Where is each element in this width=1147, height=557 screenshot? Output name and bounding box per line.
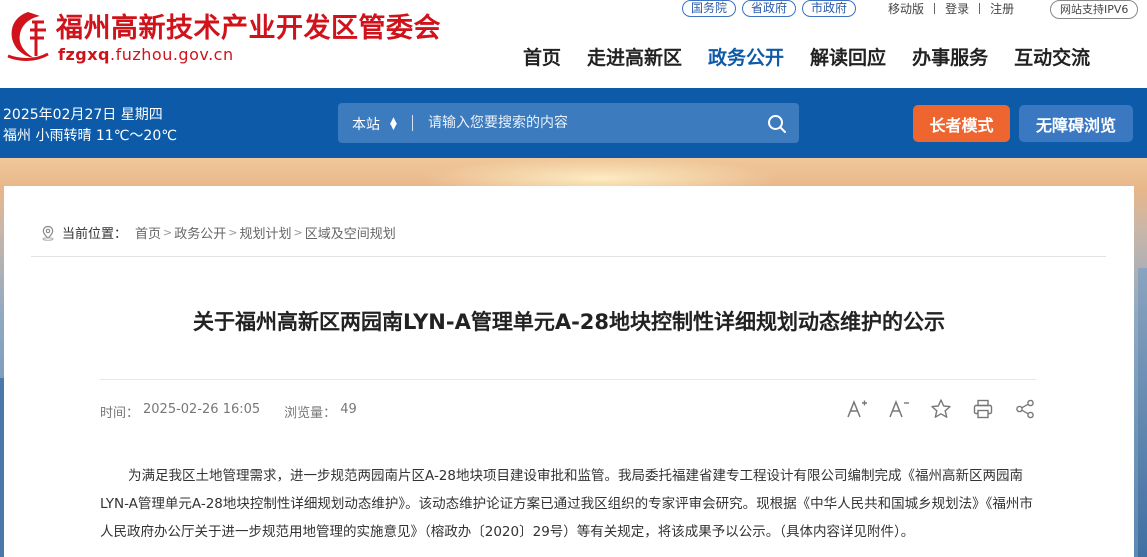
share-icon xyxy=(1016,399,1034,419)
article-body: 为满足我区土地管理需求，进一步规范两园南片区A-28地块项目建设审批和监管。我局… xyxy=(100,462,1036,546)
link-mobile[interactable]: 移动版 xyxy=(878,0,934,17)
site-domain-rest: .fuzhou.gov.cn xyxy=(110,45,234,64)
star-icon xyxy=(931,399,951,418)
breadcrumb: 当前位置： 首页 > 政务公开 > 规划计划 > 区域及空间规划 xyxy=(40,223,396,242)
weather-info: 福州 小雨转晴 11℃～20℃ xyxy=(3,128,177,144)
nav-about[interactable]: 走进高新区 xyxy=(587,43,682,70)
print-icon xyxy=(973,399,993,419)
publish-time: 2025-02-26 16:05 xyxy=(143,402,261,417)
location-icon xyxy=(42,225,54,241)
site-logo-icon[interactable] xyxy=(4,8,50,62)
site-title[interactable]: 福州高新技术产业开发区管委会 xyxy=(56,6,441,45)
article-title: 关于福州高新区两园南LYN-A管理单元A-28地块控制性详细规划动态维护的公示 xyxy=(192,310,946,334)
print-button[interactable] xyxy=(972,398,994,420)
main-nav: 首页 走进高新区 政务公开 解读回应 办事服务 互动交流 xyxy=(510,43,1103,70)
search-input[interactable] xyxy=(428,111,748,135)
site-domain-bold: fzgxq xyxy=(58,45,110,64)
breadcrumb-label: 当前位置： xyxy=(62,227,128,242)
nav-interpretation[interactable]: 解读回应 xyxy=(810,43,886,70)
top-links: 国务院 省政府 市政府 移动版 登录 注册 xyxy=(682,0,1024,17)
breadcrumb-separator: > xyxy=(163,226,173,239)
site-domain: fzgxq.fuzhou.gov.cn xyxy=(58,45,234,64)
link-shengzhengfu[interactable]: 省政府 xyxy=(742,0,797,17)
font-increase-button[interactable] xyxy=(846,398,868,420)
breadcrumb-separator: > xyxy=(228,226,238,239)
search-icon[interactable] xyxy=(767,114,787,134)
nav-services[interactable]: 办事服务 xyxy=(912,43,988,70)
link-guowuyuan[interactable]: 国务院 xyxy=(682,0,737,17)
views-label: 浏览量： xyxy=(284,406,337,421)
site-header: 福州高新技术产业开发区管委会 fzgxq.fuzhou.gov.cn 国务院 省… xyxy=(0,0,1147,88)
content-card: 当前位置： 首页 > 政务公开 > 规划计划 > 区域及空间规划 关于福州高新区… xyxy=(4,186,1134,557)
nav-home[interactable]: 首页 xyxy=(523,43,561,70)
link-register[interactable]: 注册 xyxy=(980,0,1024,17)
time-label: 时间： xyxy=(100,406,140,421)
link-login[interactable]: 登录 xyxy=(935,0,979,17)
search-scope-select[interactable]: 本站 ▲ ▼ xyxy=(352,114,397,134)
link-shizhengfu[interactable]: 市政府 xyxy=(802,0,857,17)
article-meta: 时间： 2025-02-26 16:05 浏览量： 49 xyxy=(100,402,361,421)
current-date: 2025年02月27日 星期四 xyxy=(3,107,163,123)
divider xyxy=(100,379,1036,380)
elder-mode-button[interactable]: 长者模式 xyxy=(913,105,1010,142)
breadcrumb-gov-affairs[interactable]: 政务公开 xyxy=(174,223,226,242)
accessibility-button[interactable]: 无障碍浏览 xyxy=(1019,105,1133,142)
nav-gov-affairs[interactable]: 政务公开 xyxy=(708,43,784,70)
article-tools xyxy=(846,398,1036,420)
updown-arrow-icon: ▲ ▼ xyxy=(390,116,397,132)
divider xyxy=(412,115,413,131)
breadcrumb-home[interactable]: 首页 xyxy=(135,223,161,242)
favorite-button[interactable] xyxy=(930,398,952,420)
font-increase-icon xyxy=(847,399,867,418)
font-decrease-icon xyxy=(889,399,909,418)
nav-interaction[interactable]: 互动交流 xyxy=(1014,43,1090,70)
breadcrumb-separator: > xyxy=(293,226,303,239)
breadcrumb-planning[interactable]: 规划计划 xyxy=(239,223,291,242)
search-box: 本站 ▲ ▼ xyxy=(338,103,799,143)
banner-building xyxy=(1138,268,1147,557)
divider xyxy=(31,256,1106,257)
search-scope-label: 本站 xyxy=(352,117,380,133)
views-count: 49 xyxy=(340,402,357,417)
ipv6-badge: 网站支持IPV6 xyxy=(1050,0,1139,19)
font-decrease-button[interactable] xyxy=(888,398,910,420)
breadcrumb-spatial-planning[interactable]: 区域及空间规划 xyxy=(305,223,396,242)
article-paragraph: 为满足我区土地管理需求，进一步规范两园南片区A-28地块项目建设审批和监管。我局… xyxy=(100,468,1033,540)
share-button[interactable] xyxy=(1014,398,1036,420)
